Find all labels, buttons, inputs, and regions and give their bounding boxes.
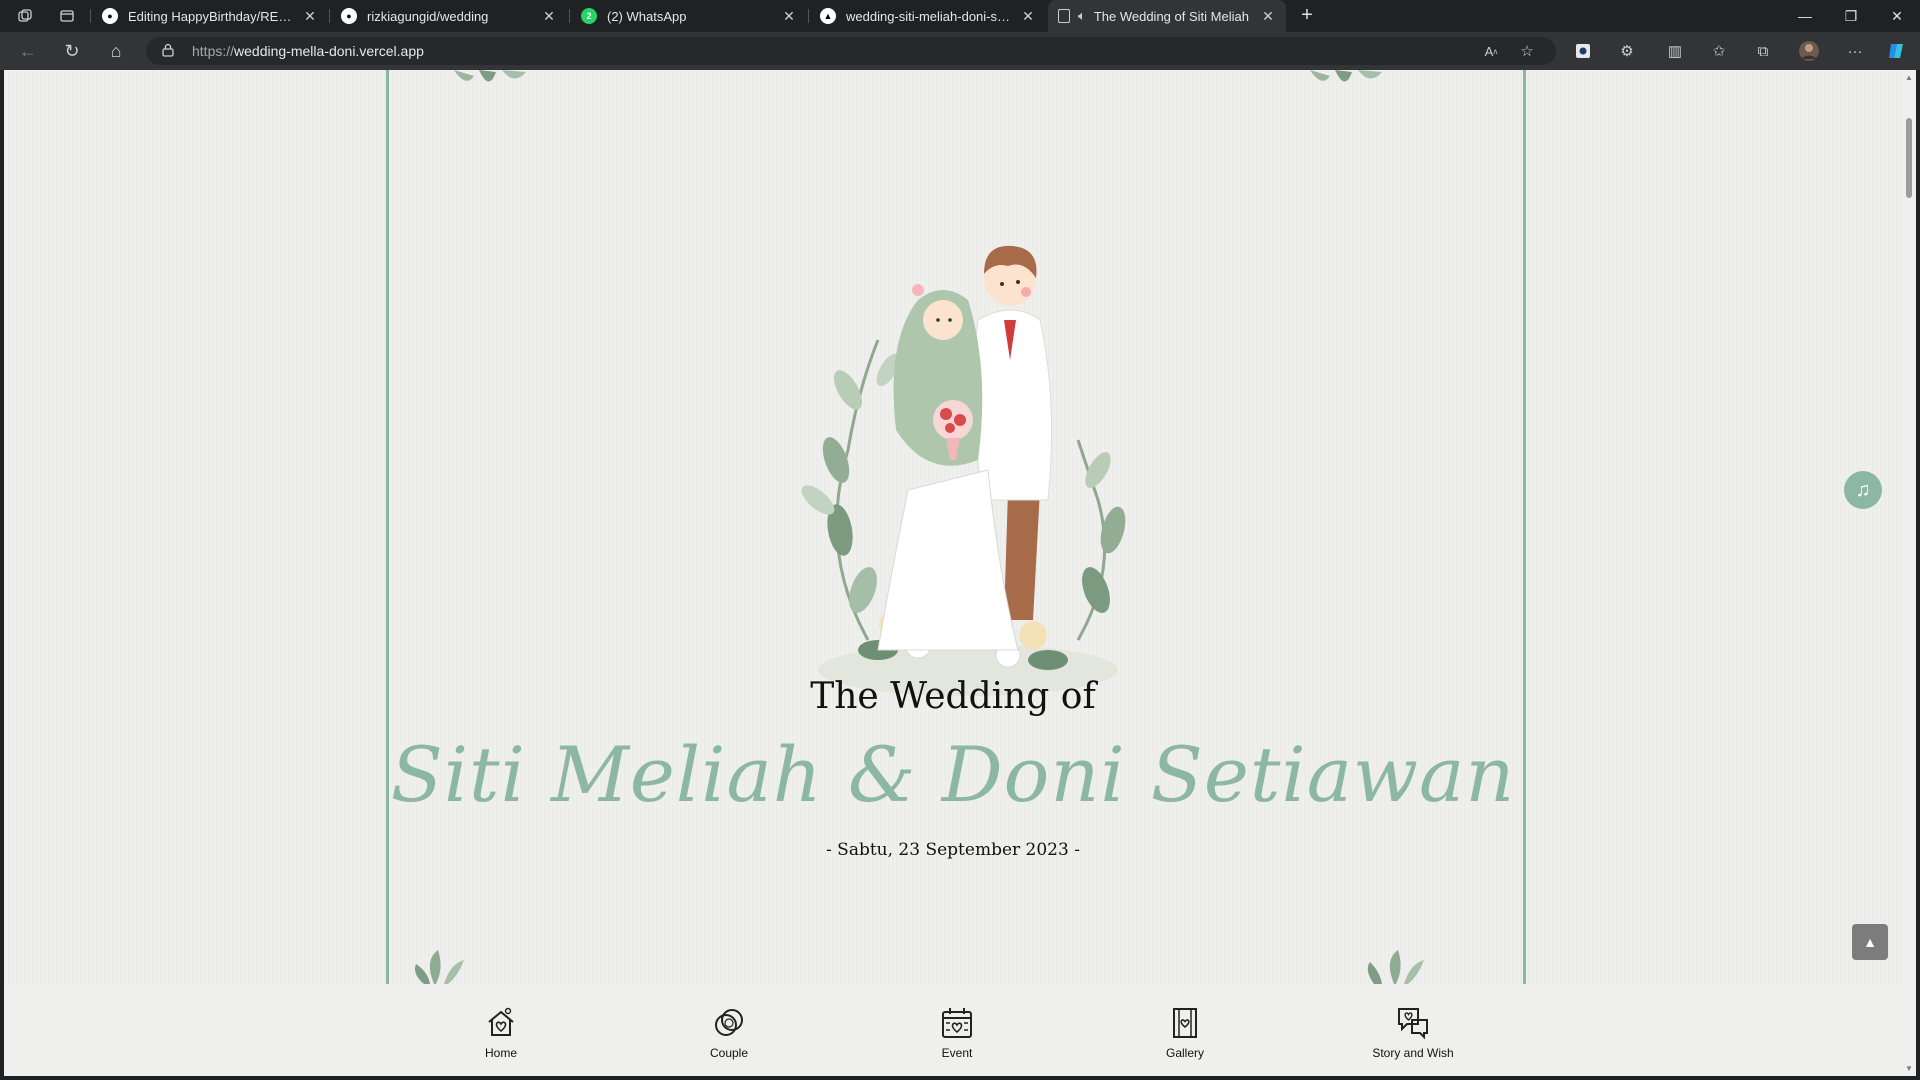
split-screen-icon[interactable]: ▥: [1662, 39, 1688, 63]
nav-item-event[interactable]: Event: [887, 1006, 1027, 1060]
tab-separator: [329, 9, 330, 23]
refresh-button[interactable]: ↻: [58, 39, 86, 63]
extensions-puzzle-icon[interactable]: ⚙: [1614, 39, 1640, 63]
tab-4-active[interactable]: 🔈︎ The Wedding of Siti Meliah ✕: [1048, 0, 1286, 32]
favorite-star-icon[interactable]: ☆: [1514, 39, 1540, 63]
tab-actions-icon[interactable]: [56, 6, 78, 26]
url-host: wedding-mella-doni.vercel.app: [234, 43, 424, 59]
tab-1[interactable]: ● rizkiagungid/wedding ✕: [331, 0, 567, 32]
leaf-decoration-icon: [415, 950, 464, 984]
url-field[interactable]: https://wedding-mella-doni.vercel.app Aʌ…: [146, 37, 1556, 65]
tab-title: rizkiagungid/wedding: [367, 8, 489, 24]
tab-separator: [808, 9, 809, 23]
chevron-up-icon: ▲: [1863, 934, 1877, 950]
calendar-icon: [942, 1008, 972, 1038]
github-icon: ●: [341, 8, 357, 24]
music-toggle-button[interactable]: ♫: [1844, 471, 1882, 509]
url-text: https://wedding-mella-doni.vercel.app: [192, 43, 424, 59]
collections-icon[interactable]: ⧉: [1750, 39, 1776, 63]
workspaces-icon[interactable]: [14, 6, 36, 26]
nav-item-home[interactable]: Home: [431, 1006, 571, 1060]
favorites-icon[interactable]: ✩: [1706, 39, 1732, 63]
nav-label: Event: [941, 1046, 973, 1060]
scroll-top-button[interactable]: ▲: [1852, 924, 1888, 960]
wedding-date: - Sabtu, 23 September 2023 -: [826, 840, 1080, 860]
close-tab-icon[interactable]: ✕: [781, 8, 797, 25]
nav-label: Story and Wish: [1372, 1046, 1454, 1060]
more-menu-icon[interactable]: ···: [1842, 39, 1868, 63]
couple-names: Siti Meliah & Doni Setiawan: [390, 730, 1516, 819]
couple-illustration: [801, 245, 1126, 696]
nav-item-couple[interactable]: Couple: [659, 1006, 799, 1060]
leaf-decoration-icon: [454, 70, 526, 82]
leaf-decoration-icon: [1310, 70, 1382, 82]
extension-icon[interactable]: [1570, 39, 1596, 63]
profile-avatar[interactable]: [1796, 39, 1822, 63]
close-tab-icon[interactable]: ✕: [302, 8, 318, 25]
nav-item-story-and-wish[interactable]: Story and Wish: [1343, 1006, 1483, 1060]
vercel-icon: ▲: [820, 8, 836, 24]
nav-label: Couple: [709, 1046, 749, 1060]
chat-heart-icon: [1398, 1008, 1428, 1040]
lock-icon[interactable]: [162, 43, 176, 57]
page-viewport: The Wedding of Siti Meliah & Doni Setiaw…: [4, 70, 1902, 1076]
page-icon: [1058, 9, 1070, 23]
rings-icon: [715, 1009, 743, 1036]
home-button[interactable]: ⌂: [102, 39, 130, 63]
tab-bar: ● Editing HappyBirthday/README ✕ ● rizki…: [0, 0, 1920, 32]
wedding-subtitle: The Wedding of: [810, 676, 1096, 717]
scrollbar-thumb[interactable]: [1906, 118, 1912, 198]
address-bar: ← ↻ ⌂ https://wedding-mella-doni.vercel.…: [0, 32, 1920, 70]
bottom-nav: Home Couple Event Gallery Story and Wish: [4, 984, 1902, 1076]
tab-title: The Wedding of Siti Meliah: [1093, 8, 1249, 24]
tab-3[interactable]: ▲ wedding-siti-meliah-doni-setiaw ✕: [810, 0, 1046, 32]
whatsapp-icon: 2: [581, 8, 597, 24]
new-tab-button[interactable]: +: [1295, 4, 1319, 28]
leaf-decoration-icon: [1367, 950, 1424, 984]
nav-item-gallery[interactable]: Gallery: [1115, 1006, 1255, 1060]
nav-label: Home: [484, 1046, 517, 1060]
close-tab-icon[interactable]: ✕: [1020, 8, 1036, 25]
tab-title: wedding-siti-meliah-doni-setiaw: [846, 8, 1012, 24]
scroll-down-arrow-icon[interactable]: ▼: [1904, 1064, 1914, 1073]
back-button[interactable]: ←: [14, 39, 42, 63]
restore-button[interactable]: ❐: [1828, 0, 1874, 32]
tab-title: (2) WhatsApp: [607, 8, 687, 24]
close-window-button[interactable]: ✕: [1874, 0, 1920, 32]
tab-2[interactable]: 2 (2) WhatsApp ✕: [571, 0, 807, 32]
nav-label: Gallery: [1165, 1046, 1204, 1060]
music-note-icon: ♫: [1855, 478, 1871, 501]
github-icon: ●: [102, 8, 118, 24]
scroll-up-arrow-icon[interactable]: ▲: [1904, 73, 1914, 82]
read-aloud-icon[interactable]: Aʌ: [1478, 39, 1504, 63]
speaker-icon[interactable]: 🔈︎: [1078, 8, 1086, 24]
tab-0[interactable]: ● Editing HappyBirthday/README ✕: [92, 0, 328, 32]
close-tab-icon[interactable]: ✕: [1260, 8, 1276, 25]
tab-separator: [569, 9, 570, 23]
minimize-button[interactable]: —: [1782, 0, 1828, 32]
page-scrollbar[interactable]: ▲ ▼: [1902, 70, 1916, 1076]
gallery-icon: [1173, 1008, 1197, 1038]
tab-separator: [90, 9, 91, 23]
url-protocol: https://: [192, 43, 235, 59]
home-icon: [488, 1007, 514, 1036]
close-tab-icon[interactable]: ✕: [541, 8, 557, 25]
tab-title: Editing HappyBirthday/README: [128, 8, 294, 24]
copilot-icon[interactable]: [1884, 39, 1910, 63]
